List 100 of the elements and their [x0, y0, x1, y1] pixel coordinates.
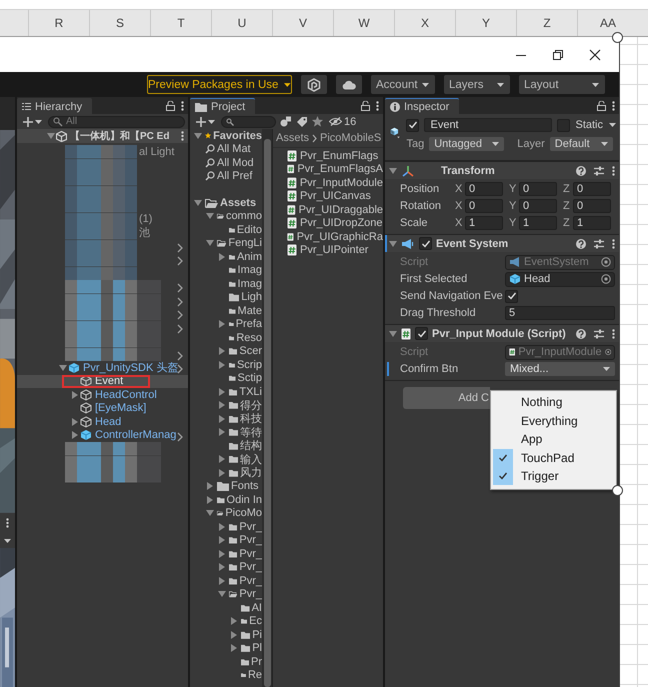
- expand-arrow-icon[interactable]: [389, 240, 397, 248]
- file-item[interactable]: Pvr_EnumFlagsA: [297, 163, 383, 176]
- more-icon[interactable]: [612, 328, 615, 338]
- menu-item[interactable]: App: [491, 430, 616, 448]
- folder-item[interactable]: Re: [248, 669, 262, 682]
- number-field[interactable]: 5: [505, 306, 615, 320]
- collapse-arrow-icon[interactable]: [230, 644, 238, 652]
- checkbox[interactable]: [419, 237, 432, 250]
- folder-item[interactable]: commo: [226, 210, 262, 222]
- number-field[interactable]: 0: [573, 199, 611, 213]
- package-button[interactable]: [301, 75, 327, 94]
- menu-item[interactable]: TouchPad: [491, 448, 616, 467]
- folder-item[interactable]: Pi: [252, 628, 262, 641]
- folder-item[interactable]: FengLi: [228, 237, 262, 250]
- add-button[interactable]: [20, 116, 44, 128]
- chevron-right-icon[interactable]: [177, 283, 183, 293]
- panel-tab[interactable]: Hierarchy: [17, 98, 92, 114]
- name-field[interactable]: Event: [424, 118, 552, 132]
- folder-item[interactable]: 等待: [240, 424, 262, 440]
- file-item[interactable]: Pvr_InputModule: [300, 176, 383, 189]
- layer-dropdown[interactable]: Default: [550, 137, 613, 151]
- more-icon[interactable]: [612, 166, 615, 176]
- hierarchy-item[interactable]: HeadControl: [17, 388, 188, 402]
- folder-item[interactable]: Assets: [220, 196, 256, 209]
- sliders-icon[interactable]: [594, 328, 604, 338]
- menu-dropdown[interactable]: Layers: [444, 75, 510, 94]
- sliders-icon[interactable]: [594, 238, 604, 248]
- collapse-arrow-icon[interactable]: [218, 320, 226, 328]
- folder-item[interactable]: Ec: [249, 615, 262, 628]
- expand-arrow-icon[interactable]: [206, 509, 214, 518]
- tag-icon[interactable]: [296, 116, 308, 127]
- folder-item[interactable]: Odin In: [226, 494, 262, 506]
- collapse-arrow-icon[interactable]: [71, 418, 79, 426]
- more-icon[interactable]: [612, 101, 615, 111]
- hierarchy-item[interactable]: Head: [17, 415, 188, 428]
- file-item[interactable]: Pvr_EnumFlags: [300, 150, 378, 162]
- breadcrumb-item[interactable]: PicoMobileS: [320, 132, 382, 144]
- lock-icon[interactable]: [361, 101, 370, 111]
- hierarchy-item[interactable]: Event: [17, 374, 188, 388]
- chevron-right-icon[interactable]: [177, 296, 183, 306]
- more-icon[interactable]: [6, 518, 9, 528]
- folder-item[interactable]: Pvr_: [239, 588, 262, 600]
- folder-item[interactable]: Pvr_: [239, 574, 262, 587]
- collapse-arrow-icon[interactable]: [218, 536, 226, 544]
- collapse-arrow-icon[interactable]: [218, 563, 226, 572]
- folder-item[interactable]: Scrip: [236, 358, 262, 371]
- collapse-arrow-icon[interactable]: [206, 482, 214, 490]
- add-button[interactable]: [193, 116, 217, 128]
- panel-tab[interactable]: Project: [190, 98, 256, 114]
- panel-tab[interactable]: Inspector: [385, 98, 460, 114]
- folder-item[interactable]: Pvr_: [239, 548, 262, 560]
- menu-item[interactable]: Trigger: [491, 467, 616, 486]
- chevron-right-icon[interactable]: [177, 350, 183, 360]
- checkbox[interactable]: [557, 118, 570, 132]
- collapse-arrow-icon[interactable]: [218, 455, 226, 464]
- collapse-arrow-icon[interactable]: [218, 428, 226, 436]
- folder-item[interactable]: Mate: [238, 304, 262, 317]
- number-field[interactable]: 1: [465, 216, 503, 230]
- checkbox[interactable]: [505, 290, 518, 302]
- help-icon[interactable]: [576, 328, 586, 338]
- preview-packages-button[interactable]: Preview Packages in Use: [147, 75, 292, 94]
- folder-item[interactable]: Reso: [236, 332, 262, 344]
- chevron-right-icon[interactable]: [177, 310, 183, 320]
- file-item[interactable]: Pvr_UIGraphicRa: [296, 230, 383, 243]
- menu-item[interactable]: Nothing: [491, 393, 616, 412]
- menu-dropdown[interactable]: Layout: [519, 75, 605, 94]
- expand-arrow-icon[interactable]: [389, 330, 397, 338]
- star-icon[interactable]: [312, 116, 323, 127]
- folder-item[interactable]: 科技: [240, 411, 262, 426]
- folder-item[interactable]: Pr: [251, 656, 262, 668]
- folder-item[interactable]: AI: [252, 602, 262, 614]
- folder-item[interactable]: Pvr_: [239, 520, 262, 533]
- hierarchy-item[interactable]: ControllerManag: [17, 428, 188, 442]
- folder-item[interactable]: Favorites: [213, 130, 262, 142]
- expand-arrow-icon[interactable]: [218, 590, 226, 598]
- expand-arrow-icon[interactable]: [47, 132, 55, 140]
- breadcrumb-item[interactable]: Assets: [276, 132, 310, 144]
- hierarchy-item[interactable]: [EyeMask]: [17, 402, 188, 415]
- expand-arrow-icon[interactable]: [206, 212, 214, 220]
- menu-dropdown[interactable]: Account: [371, 75, 435, 94]
- folder-item[interactable]: All Pref: [217, 170, 252, 182]
- tag-dropdown[interactable]: Untagged: [429, 137, 504, 151]
- expand-arrow-icon[interactable]: [206, 239, 214, 248]
- chevron-right-icon[interactable]: [177, 364, 183, 374]
- folder-item[interactable]: Pvr_: [239, 561, 262, 574]
- close-icon[interactable]: [589, 48, 601, 60]
- expand-arrow-icon[interactable]: [194, 198, 202, 207]
- folder-item[interactable]: Imag: [238, 278, 262, 290]
- expand-arrow-icon[interactable]: [389, 166, 397, 174]
- sliders-icon[interactable]: [594, 166, 604, 176]
- collapse-arrow-icon[interactable]: [71, 390, 79, 399]
- folder-item[interactable]: Fonts: [231, 480, 259, 492]
- collapse-arrow-icon[interactable]: [218, 414, 226, 423]
- restore-icon[interactable]: [552, 48, 564, 60]
- number-field[interactable]: 0: [519, 199, 557, 213]
- number-field[interactable]: 0: [519, 182, 557, 196]
- folder-item[interactable]: Imag: [238, 264, 262, 276]
- folder-item[interactable]: Edito: [236, 224, 262, 236]
- mask-dropdown[interactable]: Mixed...: [505, 362, 615, 376]
- number-field[interactable]: 1: [519, 216, 557, 230]
